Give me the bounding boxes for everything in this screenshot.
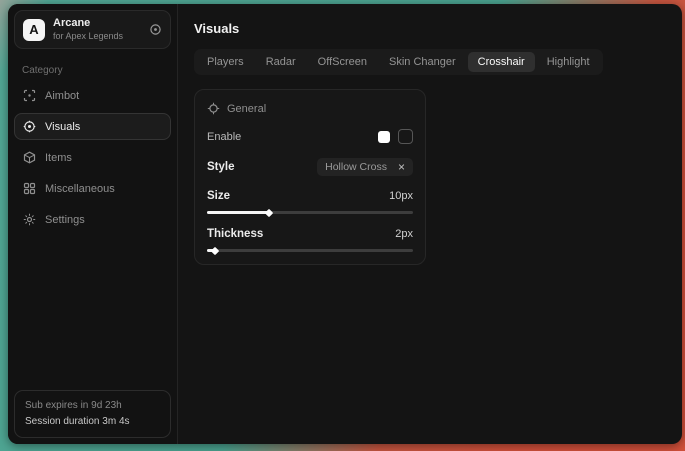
- thickness-value: 2px: [395, 228, 413, 240]
- session-duration-text: Session duration 3m 4s: [25, 414, 160, 430]
- enable-checkbox[interactable]: [398, 129, 413, 144]
- visuals-tabbar: Players Radar OffScreen Skin Changer Cro…: [194, 49, 603, 75]
- sidebar-item-visuals[interactable]: Visuals: [14, 113, 171, 140]
- enable-row: Enable: [207, 129, 413, 144]
- settings-gear-icon: [23, 213, 36, 226]
- tab-skin-changer[interactable]: Skin Changer: [379, 52, 466, 72]
- sidebar-item-label: Settings: [45, 214, 85, 226]
- sidebar-item-settings[interactable]: Settings: [14, 206, 171, 233]
- sidebar-item-label: Aimbot: [45, 90, 79, 102]
- size-slider-fill: [207, 211, 269, 214]
- main-content: Visuals Players Radar OffScreen Skin Cha…: [178, 4, 682, 444]
- logo-card: A Arcane for Apex Legends: [14, 10, 171, 49]
- visuals-eye-icon: [23, 120, 36, 133]
- sidebar-item-aimbot[interactable]: Aimbot: [14, 82, 171, 109]
- tab-radar[interactable]: Radar: [256, 52, 306, 72]
- thickness-label: Thickness: [207, 228, 263, 240]
- general-panel: General Enable Style Hollow Cross × Size…: [194, 89, 426, 265]
- style-row: Style Hollow Cross ×: [207, 158, 413, 176]
- clear-style-icon[interactable]: ×: [398, 161, 405, 173]
- page-title: Visuals: [194, 21, 666, 36]
- size-value: 10px: [389, 190, 413, 202]
- app-logo: A: [23, 19, 45, 41]
- style-dropdown[interactable]: Hollow Cross ×: [317, 158, 413, 176]
- aimbot-crosshair-icon: [23, 89, 36, 102]
- items-box-icon: [23, 151, 36, 164]
- app-subtitle: for Apex Legends: [53, 31, 123, 42]
- sub-expires-text: Sub expires in 9d 23h: [25, 398, 160, 414]
- sidebar: A Arcane for Apex Legends Category: [8, 4, 178, 444]
- panel-title: General: [227, 103, 266, 115]
- target-icon[interactable]: [149, 23, 162, 36]
- style-label: Style: [207, 161, 235, 173]
- color-swatch[interactable]: [378, 131, 390, 143]
- app-window: A Arcane for Apex Legends Category: [8, 4, 682, 444]
- tab-offscreen[interactable]: OffScreen: [308, 52, 377, 72]
- category-label: Category: [22, 65, 177, 76]
- tab-crosshair[interactable]: Crosshair: [468, 52, 535, 72]
- thickness-slider-thumb[interactable]: [211, 246, 219, 254]
- misc-grid-icon: [23, 182, 36, 195]
- size-row: Size 10px: [207, 190, 413, 202]
- size-slider-thumb[interactable]: [265, 208, 273, 216]
- sidebar-item-items[interactable]: Items: [14, 144, 171, 171]
- size-label: Size: [207, 190, 230, 202]
- style-value: Hollow Cross: [325, 161, 387, 173]
- app-title: Arcane: [53, 17, 123, 31]
- sidebar-item-label: Visuals: [45, 121, 80, 133]
- size-slider[interactable]: [207, 211, 413, 214]
- thickness-slider[interactable]: [207, 249, 413, 252]
- subscription-info-box: Sub expires in 9d 23h Session duration 3…: [14, 390, 171, 438]
- thickness-slider-fill: [207, 249, 215, 252]
- sidebar-item-miscellaneous[interactable]: Miscellaneous: [14, 175, 171, 202]
- enable-label: Enable: [207, 131, 241, 143]
- tab-players[interactable]: Players: [197, 52, 254, 72]
- sidebar-nav: Aimbot Visuals Items: [8, 80, 177, 235]
- sidebar-item-label: Items: [45, 152, 72, 164]
- tab-highlight[interactable]: Highlight: [537, 52, 600, 72]
- crosshair-icon: [207, 102, 220, 115]
- thickness-row: Thickness 2px: [207, 228, 413, 240]
- sidebar-item-label: Miscellaneous: [45, 183, 115, 195]
